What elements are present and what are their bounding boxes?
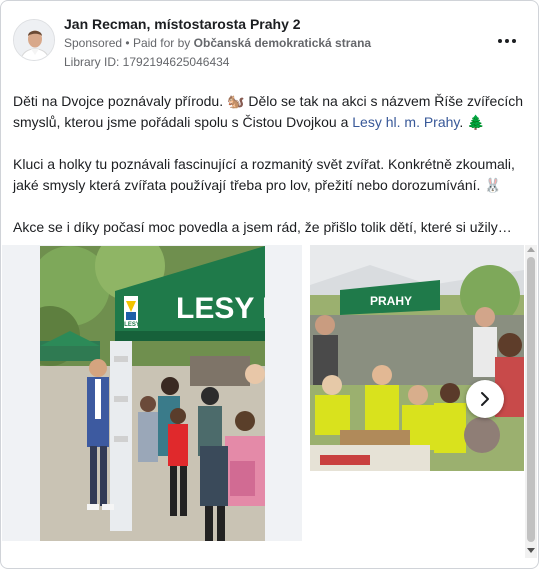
paid-for-label: Paid for by [132,36,191,50]
vertical-scrollbar[interactable] [525,245,537,558]
lesy-link[interactable]: Lesy hl. m. Prahy [352,114,459,130]
banner-small-label: LESY [124,322,140,328]
tree-emoji: 🌲 [467,114,485,130]
more-horizontal-icon [498,39,516,43]
sponsored-label: Sponsored [64,36,123,50]
paragraph-1: Děti na Dvojce poznávaly přírodu. 🐿️ Děl… [13,93,523,130]
separator-dot: • [125,36,130,50]
event-photo-1: LESY LESY H [40,246,265,541]
ad-card: Jan Recman, místostarosta Prahy 2 Sponso… [0,0,539,569]
library-id: Library ID: 1792194625046434 [64,55,230,69]
media-carousel: LESY LESY H [2,245,524,558]
advertiser-name[interactable]: Jan Recman, místostarosta Prahy 2 [64,16,301,32]
more-options-button[interactable] [494,31,520,51]
scroll-up-arrow-icon[interactable] [527,247,535,252]
tent-banner-text-2: PRAHY [370,294,412,308]
payer-name[interactable]: Občanská demokratická strana [194,36,371,50]
carousel-next-button[interactable] [466,380,504,418]
paragraph-2: Kluci a holky tu poznávali fascinující a… [13,156,515,193]
squirrel-emoji: 🐿️ [227,93,245,109]
scrollbar-thumb[interactable] [527,257,535,542]
avatar-portrait [14,20,54,60]
rabbit-emoji: 🐰 [484,177,502,193]
paragraph-3: Akce se i díky počasí moc povedla a jsem… [13,219,512,235]
sponsorship-line: Sponsored • Paid for by Občanská demokra… [64,36,371,50]
scroll-down-arrow-icon[interactable] [527,548,535,553]
chevron-right-icon [481,392,489,406]
photo-tent-crowd: LESY LESY H [40,246,265,541]
carousel-slide-1[interactable]: LESY LESY H [2,245,302,541]
tent-banner-text: LESY H [176,292,265,325]
avatar[interactable] [13,19,55,61]
photo-kids-vests: PRAHY [310,245,524,471]
carousel-slide-2[interactable]: PRAHY [310,245,524,471]
post-text: Děti na Dvojce poznávaly přírodu. 🐿️ Děl… [13,91,523,259]
